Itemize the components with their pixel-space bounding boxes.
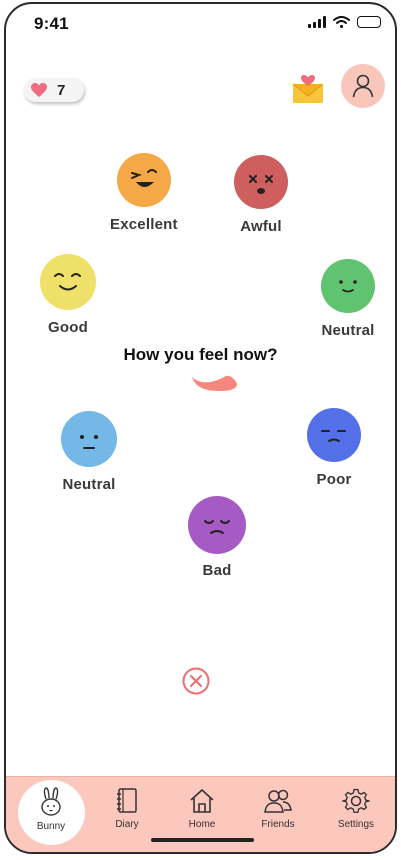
mood-label: Bad [202, 562, 232, 579]
smiling-face-icon [37, 251, 99, 313]
mood-label: Awful [240, 218, 282, 235]
love-mail-icon[interactable] [292, 74, 324, 104]
status-bar: 9:41 [6, 4, 395, 44]
close-button[interactable] [181, 666, 211, 696]
settings-icon [342, 788, 370, 814]
tab-label: Home [188, 819, 216, 830]
tab-label: Friends [261, 819, 295, 830]
mood-excellent[interactable]: Excellent [110, 150, 178, 233]
hearts-counter[interactable]: 7 [24, 78, 84, 102]
heart-icon [31, 83, 47, 97]
neutral-face-icon [59, 409, 119, 469]
laughing-face-icon [114, 151, 173, 209]
wifi-icon [333, 16, 350, 28]
mood-label: Neutral [321, 322, 375, 339]
tab-bunny[interactable]: Bunny [15, 777, 87, 852]
home-indicator [151, 838, 254, 842]
dizzy-face-icon [232, 153, 290, 211]
mood-prompt: How you feel now? [123, 345, 278, 364]
slight-smile-face-icon [319, 257, 377, 315]
mood-good[interactable]: Good [36, 251, 100, 336]
mood-label: Good [48, 319, 88, 336]
diary-icon [117, 788, 137, 813]
tab-label: Settings [337, 819, 375, 830]
user-icon [352, 74, 374, 98]
mood-neutral-green[interactable]: Neutral [318, 256, 378, 339]
tab-label: Bunny [36, 821, 66, 832]
status-icons [308, 16, 381, 28]
signal-icon [308, 16, 326, 28]
friends-icon [264, 789, 292, 813]
mood-bad[interactable]: Bad [186, 494, 248, 579]
status-time: 9:41 [34, 14, 69, 33]
bottom-tab-bar: Bunny Diary Home Friends Settings [6, 776, 395, 852]
battery-icon [357, 16, 381, 28]
tab-label: Diary [115, 819, 139, 830]
mood-poor[interactable]: Poor [304, 405, 364, 488]
mood-label: Excellent [110, 216, 178, 233]
phone-frame: 9:41 7 Excellent Awful Good Neutral How … [4, 2, 397, 854]
mood-label: Neutral [62, 476, 116, 493]
pink-blob-icon [192, 375, 237, 391]
sad-face-icon [186, 494, 248, 556]
bunny-icon [41, 787, 61, 816]
tab-settings[interactable]: Settings [320, 777, 392, 852]
mood-label: Poor [316, 471, 352, 488]
home-icon [190, 789, 214, 813]
unamused-face-icon [305, 406, 363, 464]
mood-awful[interactable]: Awful [232, 152, 290, 235]
mood-neutral-blue[interactable]: Neutral [59, 408, 119, 493]
profile-button[interactable] [341, 64, 385, 108]
hearts-count: 7 [57, 81, 66, 99]
